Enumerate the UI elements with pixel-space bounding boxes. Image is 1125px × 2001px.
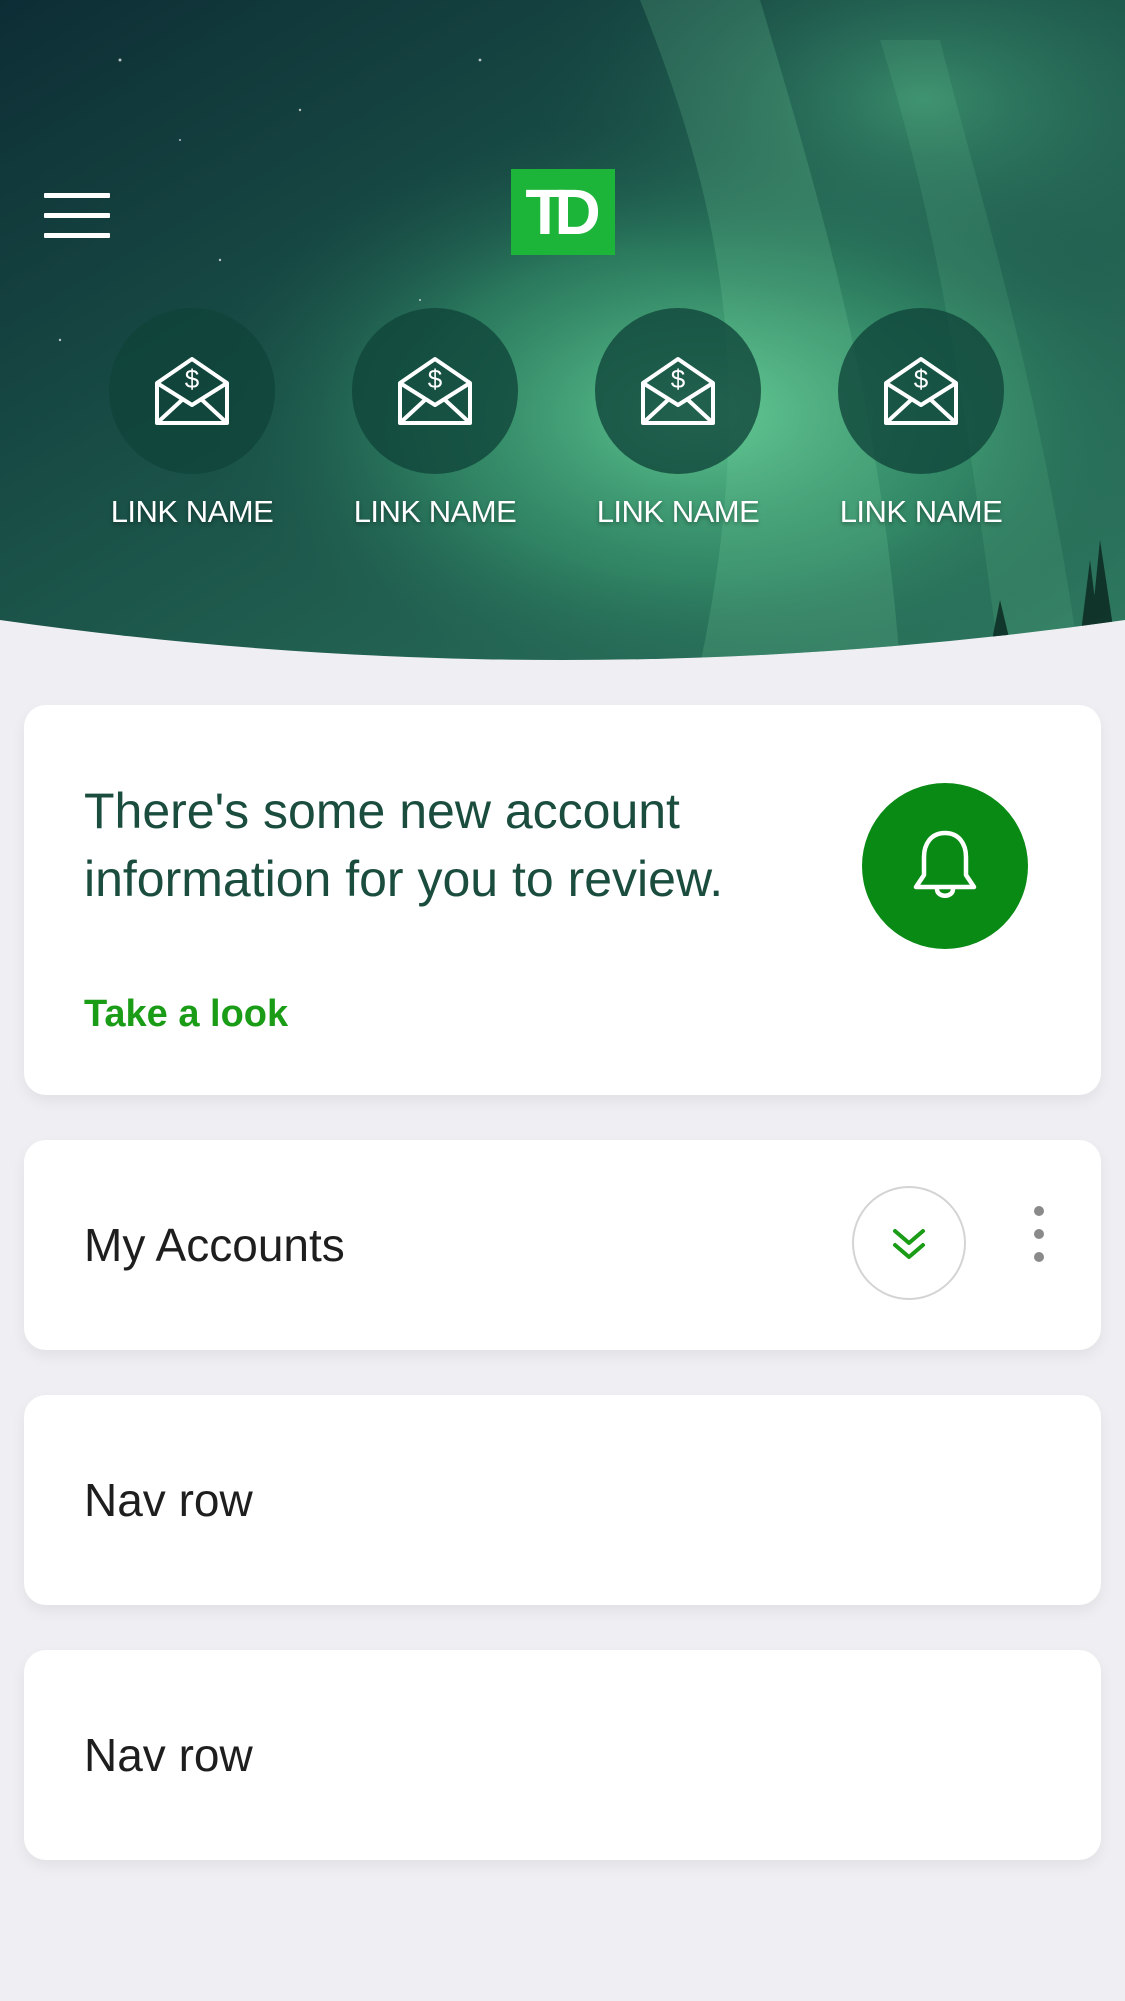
quick-link-label: LINK NAME (110, 494, 274, 529)
envelope-dollar-icon: $ (884, 357, 958, 425)
envelope-dollar-icon: $ (398, 357, 472, 425)
kebab-dot (1034, 1252, 1044, 1262)
quick-link-label: LINK NAME (596, 494, 760, 529)
bell-icon (913, 830, 977, 898)
my-accounts-title: My Accounts (84, 1219, 345, 1271)
nav-row-2[interactable]: Nav row (24, 1650, 1101, 1860)
nav-row-label: Nav row (84, 1729, 253, 1781)
quick-link-icon-circle: $ (352, 308, 518, 474)
quick-link-label: LINK NAME (839, 494, 1003, 529)
alert-message: There's some new account information for… (84, 783, 724, 907)
kebab-dot (1034, 1229, 1044, 1239)
menu-button[interactable] (44, 193, 112, 239)
quick-link-icon-circle: $ (595, 308, 761, 474)
take-a-look-link[interactable]: Take a look (84, 993, 288, 1036)
td-logo: TD (511, 169, 615, 255)
header-hero: TD $ LINK NAME $ LINK NAME $ LINK NAME $… (0, 0, 1125, 665)
quick-link-icon-circle: $ (838, 308, 1004, 474)
menu-bar (44, 233, 110, 238)
svg-text:$: $ (914, 364, 929, 394)
svg-text:$: $ (671, 364, 686, 394)
quick-link-4[interactable]: $ LINK NAME (821, 308, 1021, 530)
quick-link-3[interactable]: $ LINK NAME (578, 308, 778, 530)
menu-bar (44, 193, 110, 198)
notification-bell-button[interactable] (862, 783, 1028, 949)
envelope-dollar-icon: $ (641, 357, 715, 425)
my-accounts-row[interactable]: My Accounts (24, 1140, 1101, 1350)
logo-text: TD (525, 176, 600, 248)
menu-bar (44, 213, 110, 218)
quick-link-1[interactable]: $ LINK NAME (92, 308, 292, 530)
quick-link-2[interactable]: $ LINK NAME (335, 308, 535, 530)
nav-row-label: Nav row (84, 1474, 253, 1526)
envelope-dollar-icon: $ (155, 357, 229, 425)
svg-text:$: $ (185, 364, 200, 394)
kebab-dot (1034, 1206, 1044, 1216)
nav-row-1[interactable]: Nav row (24, 1395, 1101, 1605)
double-chevron-down-icon (893, 1229, 925, 1259)
quick-link-label: LINK NAME (353, 494, 517, 529)
account-alert-card: There's some new account information for… (24, 705, 1101, 1095)
kebab-menu-icon[interactable] (1024, 1206, 1054, 1282)
svg-text:$: $ (428, 364, 443, 394)
quick-link-icon-circle: $ (109, 308, 275, 474)
expand-accounts-button[interactable] (852, 1186, 966, 1300)
